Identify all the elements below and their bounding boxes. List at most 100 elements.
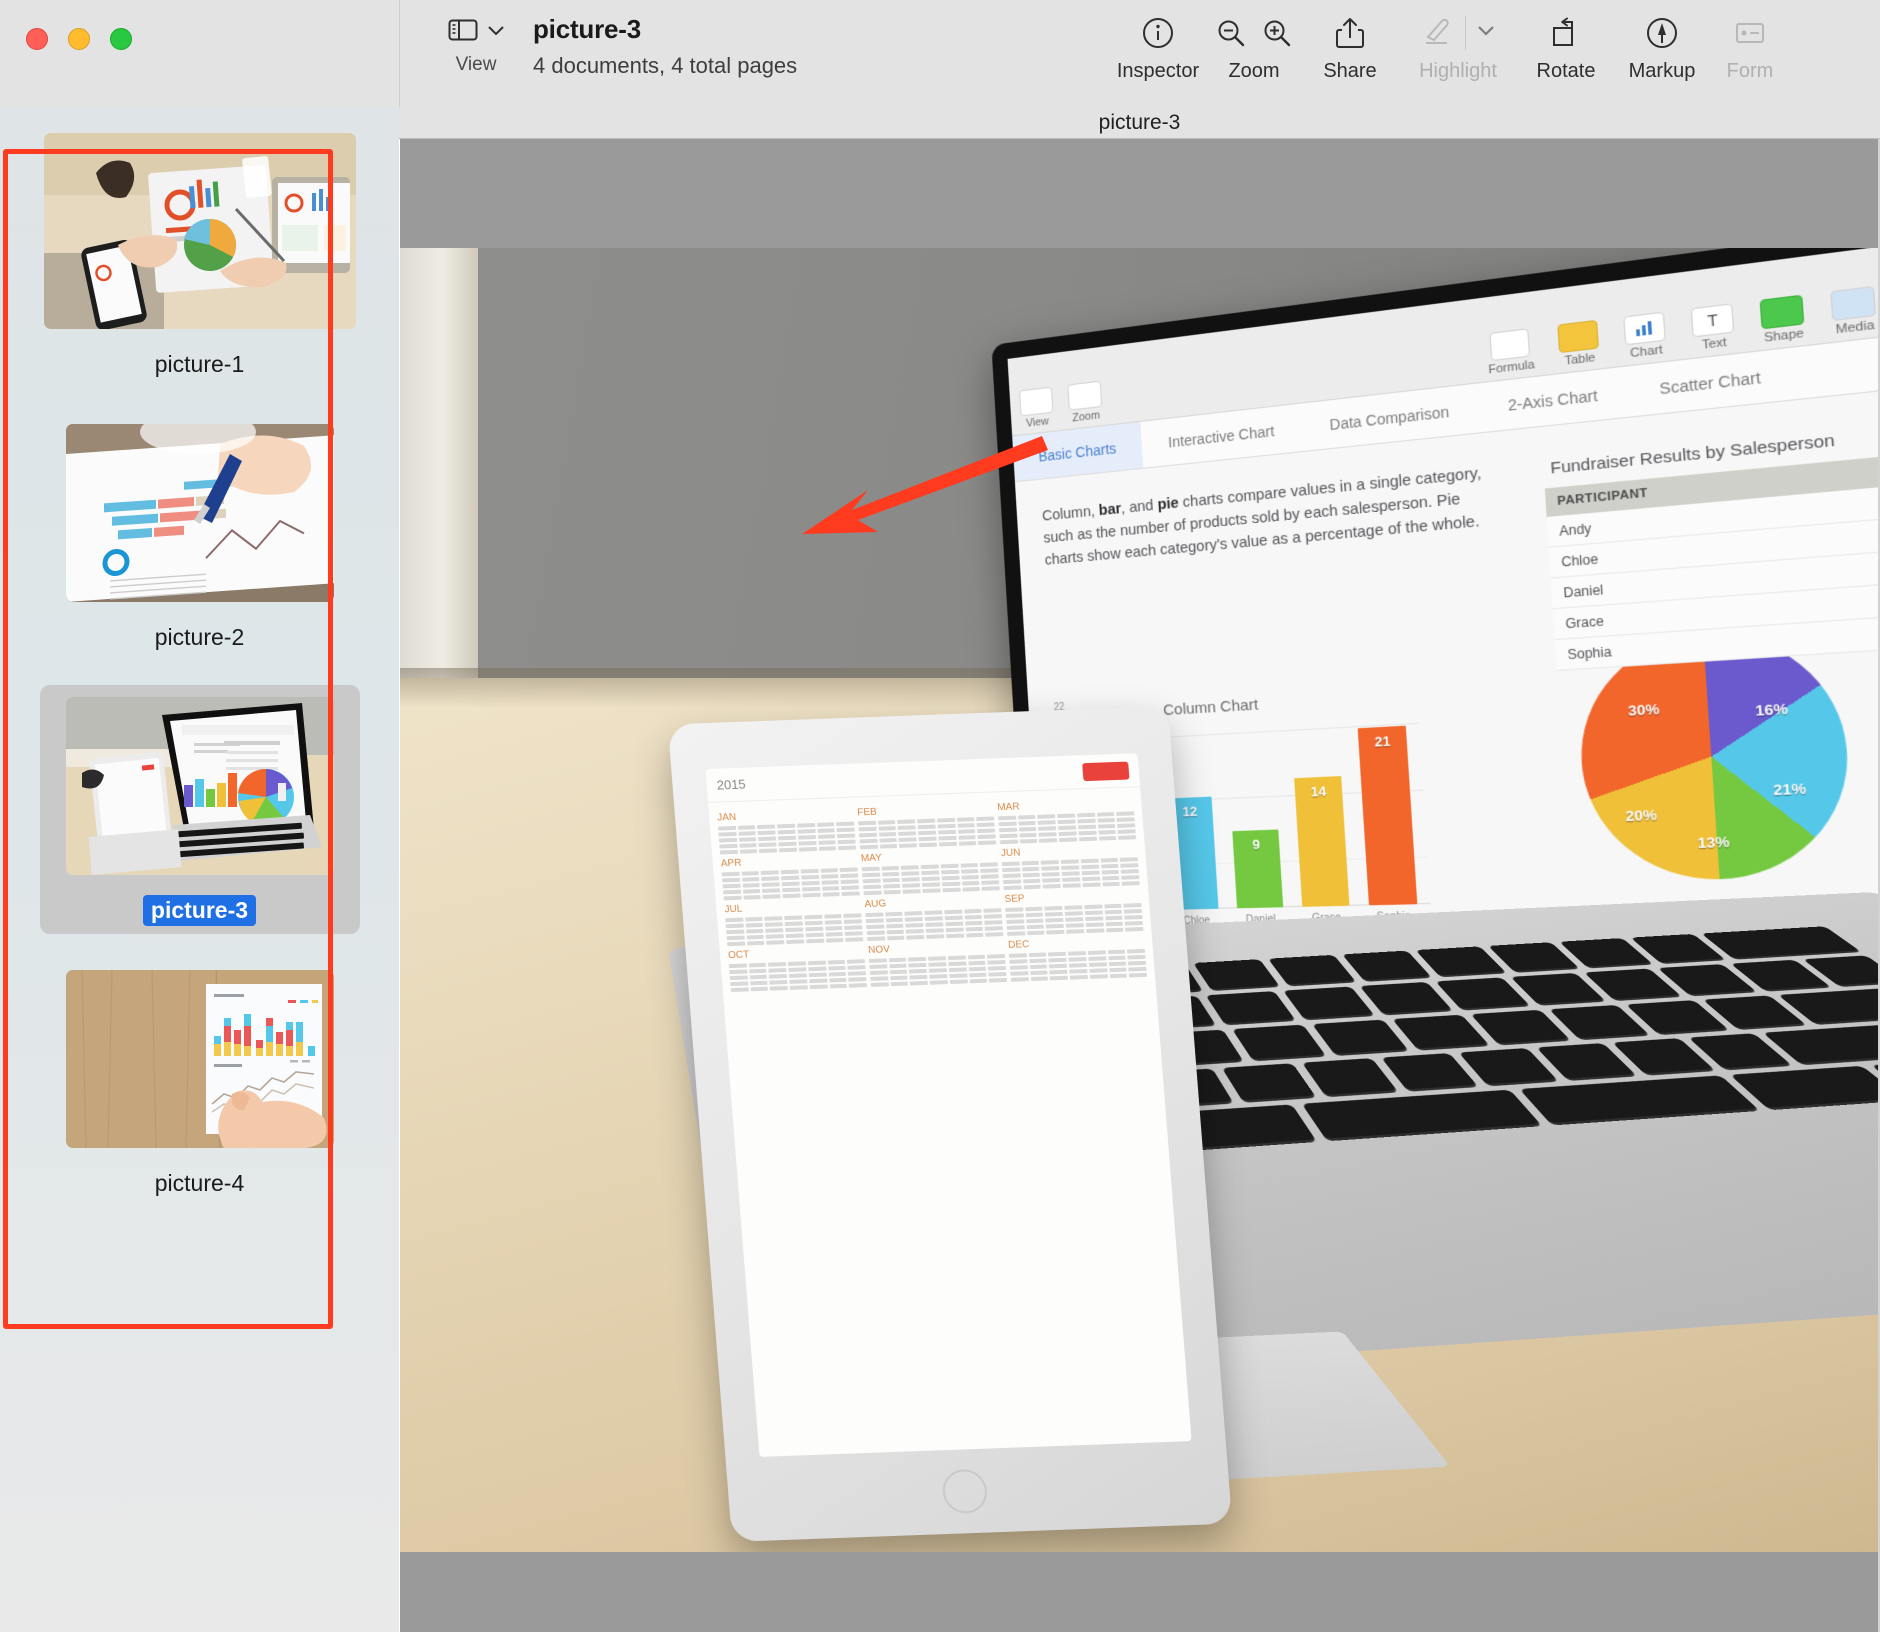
window-controls — [26, 28, 132, 50]
highlight-button[interactable]: Highlight — [1398, 10, 1518, 83]
month-label: JAN — [717, 808, 854, 824]
calendar-month: JUL — [724, 899, 863, 946]
pie-label-grace: 20% — [1625, 807, 1657, 825]
thumbnail-card-1[interactable]: picture-1 — [40, 121, 360, 388]
inspector-label: Inspector — [1117, 60, 1199, 83]
close-button[interactable] — [26, 28, 48, 50]
list-item[interactable]: picture-1 — [0, 107, 399, 398]
bar-grace: 14 Grace — [1294, 776, 1349, 907]
month-label: FEB — [857, 802, 994, 818]
document-title-block: picture-3 4 documents, 4 total pages — [533, 14, 797, 79]
view-icon — [1019, 387, 1053, 417]
titlebar: View picture-3 4 documents, 4 total page… — [0, 0, 1880, 107]
calendar-year: 2015 — [716, 777, 746, 793]
current-page-title: picture-3 — [1099, 111, 1181, 135]
numbers-toolbar-left: View Zoom — [1019, 381, 1103, 431]
bar-sophia: 21 Sophia — [1358, 726, 1418, 906]
numbers-chart-label: Chart — [1630, 343, 1663, 360]
zoom-in-icon — [1262, 18, 1292, 48]
rotate-button[interactable]: Rotate — [1518, 10, 1614, 83]
tab-scatter-chart[interactable]: Scatter Chart — [1628, 364, 1794, 400]
numbers-table-button[interactable]: Table — [1558, 320, 1601, 369]
markup-label: Markup — [1629, 60, 1696, 83]
thumbnail-image-2 — [66, 424, 334, 602]
view-control[interactable]: View — [437, 12, 515, 76]
numbers-media-label: Media — [1835, 319, 1875, 337]
info-circle-icon — [1141, 10, 1175, 56]
form-button[interactable]: Form — [1710, 10, 1790, 83]
text-icon: T — [1691, 303, 1735, 337]
rotate-label: Rotate — [1537, 60, 1596, 83]
numbers-chart-button[interactable]: Chart — [1624, 312, 1668, 361]
table-icon — [1558, 320, 1600, 353]
document-subtitle: 4 documents, 4 total pages — [533, 53, 797, 79]
thumbnail-card-3[interactable]: picture-3 — [40, 685, 360, 934]
thumbnail-sidebar[interactable]: picture-1 picture-2 picture-3 picture-4 — [0, 107, 399, 1632]
chevron-down-icon[interactable] — [487, 23, 505, 41]
thumbnail-card-2[interactable]: picture-2 — [40, 412, 360, 661]
column-chart-title: Column Chart — [1163, 696, 1259, 719]
thumbnail-image-1 — [44, 133, 356, 329]
thumbnail-label-3: picture-3 — [143, 895, 256, 926]
cell-participant: Grace — [1553, 613, 1604, 632]
numbers-text-button[interactable]: T Text — [1691, 303, 1736, 353]
calendar-month: NOV — [868, 940, 1007, 987]
document-name-bar: picture-3 — [399, 107, 1880, 139]
zoom-icon — [1067, 381, 1102, 411]
letterbox-bottom — [400, 1552, 1880, 1632]
view-label: View — [456, 54, 497, 76]
inspector-button[interactable]: Inspector — [1110, 10, 1206, 83]
media-icon — [1831, 286, 1877, 321]
month-label: DEC — [1008, 935, 1145, 951]
bar-value-daniel: 9 — [1233, 836, 1280, 853]
toolbar-actions: Inspector Zoom Share Highlight Rotate Ma… — [1110, 10, 1790, 83]
list-item[interactable]: picture-3 — [0, 671, 399, 944]
calendar-month: JAN — [717, 808, 856, 855]
document-view[interactable]: View Zoom Formula Table Chart T Text Sha… — [400, 139, 1880, 1632]
numbers-view-button[interactable]: View — [1019, 387, 1054, 431]
calendar-month: APR — [720, 853, 859, 900]
calendar-month: SEP — [1004, 889, 1143, 936]
calendar-month: MAR — [997, 797, 1136, 844]
numbers-formula-button[interactable]: Formula — [1486, 328, 1535, 377]
tablet-display: 2015 JAN FEB MAR APR MAY JUN JUL AUG SEP… — [705, 753, 1191, 1457]
tab-2-axis-chart[interactable]: 2-Axis Chart — [1478, 383, 1629, 417]
numbers-shape-button[interactable]: Shape — [1760, 295, 1806, 346]
cell-participant: Chloe — [1549, 551, 1598, 570]
calendar-today-button[interactable] — [1082, 761, 1129, 781]
tab-interactive-chart[interactable]: Interactive Chart — [1142, 419, 1303, 453]
bar-value-sophia: 21 — [1358, 732, 1407, 751]
paragraph-bold-pie: pie — [1157, 495, 1179, 513]
list-item[interactable]: picture-2 — [0, 398, 399, 671]
form-icon — [1734, 10, 1766, 56]
zoom-label: Zoom — [1228, 60, 1279, 83]
list-item[interactable]: picture-4 — [0, 944, 399, 1217]
table-col-participant: PARTICIPANT — [1545, 487, 1648, 510]
pie-label-daniel: 13% — [1697, 833, 1730, 851]
zoom-button[interactable] — [110, 28, 132, 50]
highlight-pen-icon — [1421, 15, 1455, 52]
sidebar-icon[interactable] — [448, 18, 478, 47]
month-label: MAR — [997, 797, 1134, 813]
share-button[interactable]: Share — [1302, 10, 1398, 83]
zoom-button-group[interactable]: Zoom — [1206, 10, 1302, 83]
tab-data-comparison[interactable]: Data Comparison — [1301, 399, 1479, 435]
minimize-button[interactable] — [68, 28, 90, 50]
numbers-zoom-button[interactable]: Zoom — [1067, 381, 1103, 425]
numbers-media-button[interactable]: Media — [1831, 286, 1878, 337]
pie-label-andy: 16% — [1755, 700, 1789, 719]
cell-participant: Daniel — [1551, 582, 1604, 601]
shape-icon — [1760, 295, 1805, 330]
numbers-text-label: Text — [1702, 336, 1728, 352]
thumbnail-label-4: picture-4 — [147, 1168, 252, 1199]
month-label: NOV — [868, 940, 1005, 956]
rotate-icon — [1549, 10, 1583, 56]
calendar-month: FEB — [857, 802, 996, 849]
share-icon — [1334, 10, 1366, 56]
thumbnail-card-4[interactable]: picture-4 — [40, 958, 360, 1207]
calendar-month: DEC — [1008, 935, 1147, 982]
paragraph-prefix: Column, — [1042, 503, 1100, 525]
numbers-formula-label: Formula — [1488, 358, 1535, 376]
markup-button[interactable]: Markup — [1614, 10, 1710, 83]
chevron-down-icon[interactable] — [1476, 24, 1496, 42]
